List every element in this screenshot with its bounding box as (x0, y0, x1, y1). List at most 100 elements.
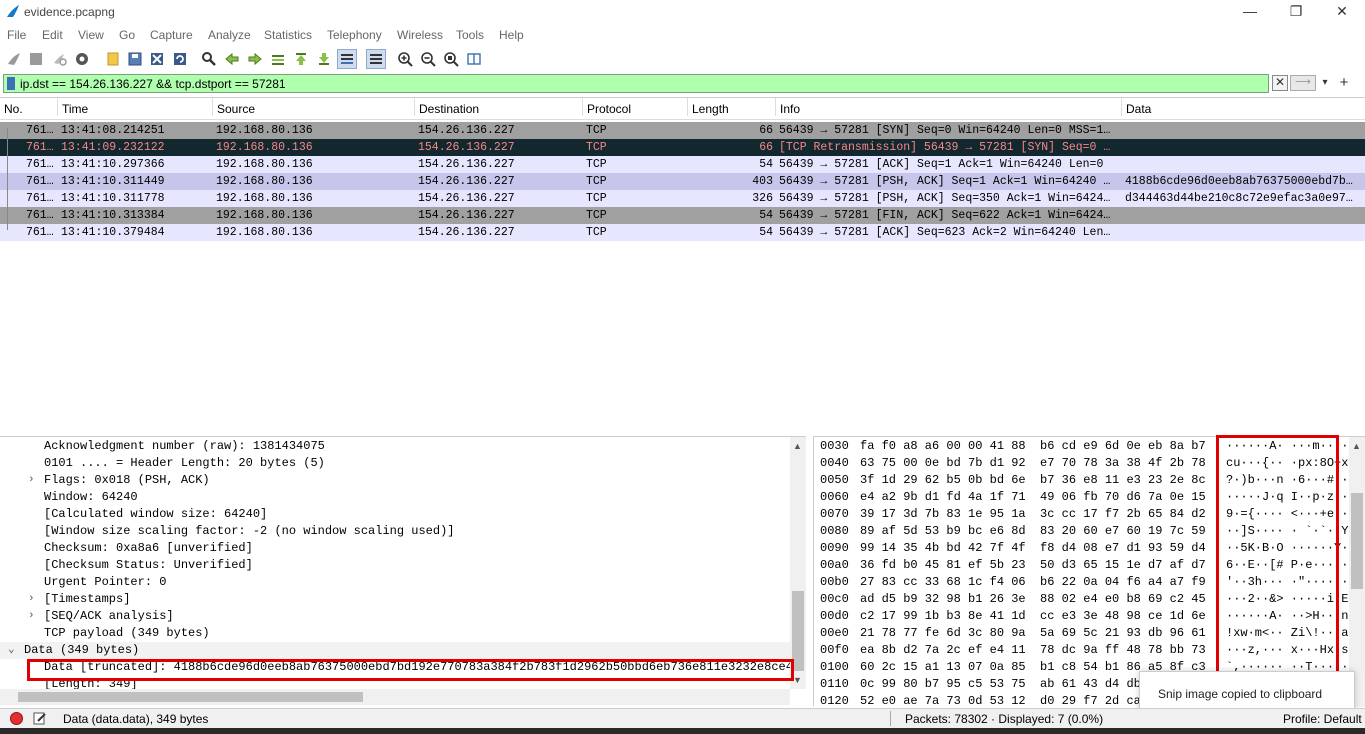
minimize-button[interactable]: — (1227, 0, 1273, 24)
open-file-icon[interactable] (103, 49, 123, 69)
cell-length: 54 (759, 226, 773, 239)
cell-destination: 154.26.136.227 (418, 226, 515, 239)
hex-offset: 00f0 (820, 643, 849, 657)
detail-tree-text: Window: 64240 (44, 490, 138, 504)
menu-statistics[interactable]: Statistics (264, 28, 312, 42)
menu-wireless[interactable]: Wireless (397, 28, 443, 42)
detail-tree-item[interactable]: › [SEQ/ACK analysis] (0, 608, 790, 625)
colorize-icon[interactable] (366, 49, 386, 69)
ascii-bytes: ·····J·q I··p·z·· (1226, 490, 1349, 504)
menu-file[interactable]: File (7, 28, 26, 42)
column-header-destination[interactable]: Destination (414, 98, 582, 116)
capture-comment-icon[interactable] (33, 711, 47, 725)
detail-tree-text: [Calculated window size: 64240] (44, 507, 268, 521)
packet-row[interactable]: 761… 13:41:10.313384 192.168.80.136 154.26.… (0, 207, 1365, 224)
details-vertical-scrollbar[interactable]: ▲ ▼ (790, 437, 806, 689)
menu-edit[interactable]: Edit (42, 28, 63, 42)
start-capture-icon[interactable] (4, 49, 24, 69)
selected-field-info: Data (data.data), 349 bytes (63, 712, 209, 726)
resize-columns-icon[interactable] (464, 49, 484, 69)
detail-tree-text: Data (349 bytes) (24, 643, 140, 657)
restart-capture-icon[interactable] (49, 49, 69, 69)
expand-arrow-icon[interactable]: › (28, 608, 35, 625)
go-forward-icon[interactable] (245, 49, 265, 69)
bookmark-icon[interactable] (7, 77, 15, 90)
column-header-info[interactable]: Info (775, 98, 1121, 116)
zoom-out-icon[interactable] (418, 49, 438, 69)
detail-tree-item[interactable]: Acknowledgment number (raw): 1381434075 (0, 438, 790, 455)
clear-filter-button[interactable]: ✕ (1272, 75, 1288, 91)
zoom-in-icon[interactable] (395, 49, 415, 69)
last-packet-icon[interactable] (314, 49, 334, 69)
menu-telephony[interactable]: Telephony (327, 28, 382, 42)
packet-row[interactable]: 761… 13:41:10.311778 192.168.80.136 154.26.… (0, 190, 1365, 207)
detail-tree-item[interactable]: TCP payload (349 bytes) (0, 625, 790, 642)
detail-tree-item[interactable]: Urgent Pointer: 0 (0, 574, 790, 591)
hex-offset: 0070 (820, 507, 849, 521)
bytes-vertical-scrollbar[interactable]: ▲ (1349, 437, 1365, 707)
maximize-button[interactable]: ❐ (1273, 0, 1319, 24)
column-header-protocol[interactable]: Protocol (582, 98, 687, 116)
add-filter-button[interactable]: + (1337, 74, 1351, 92)
first-packet-icon[interactable] (291, 49, 311, 69)
menu-analyze[interactable]: Analyze (208, 28, 251, 42)
cell-source: 192.168.80.136 (216, 175, 313, 188)
menu-tools[interactable]: Tools (456, 28, 484, 42)
column-header-time[interactable]: Time (57, 98, 212, 116)
hex-bytes: 39 17 3d 7b 83 1e 95 1a 3c cc 17 f7 2b 6… (860, 507, 1206, 521)
detail-tree-item[interactable]: Checksum: 0xa8a6 [unverified] (0, 540, 790, 557)
close-file-icon[interactable] (147, 49, 167, 69)
column-header-data[interactable]: Data (1121, 98, 1365, 116)
display-filter-input[interactable] (20, 75, 1260, 92)
reload-file-icon[interactable] (170, 49, 190, 69)
menu-capture[interactable]: Capture (150, 28, 193, 42)
packet-row[interactable]: 761… 13:41:09.232122 192.168.80.136 154.26.… (0, 139, 1365, 156)
expand-arrow-icon[interactable]: › (28, 472, 35, 489)
filter-history-dropdown[interactable]: ▾ (1318, 75, 1332, 91)
detail-tree-item[interactable]: › Flags: 0x018 (PSH, ACK) (0, 472, 790, 489)
go-to-packet-icon[interactable] (268, 49, 288, 69)
cell-source: 192.168.80.136 (216, 226, 313, 239)
detail-tree-item[interactable]: [Window size scaling factor: -2 (no wind… (0, 523, 790, 540)
packet-row[interactable]: 761… 13:41:10.379484 192.168.80.136 154.26.… (0, 224, 1365, 241)
detail-tree-text: Acknowledgment number (raw): 1381434075 (44, 439, 325, 453)
apply-filter-button[interactable]: ⟶ (1290, 75, 1316, 91)
details-horizontal-scrollbar[interactable] (0, 689, 790, 705)
main-toolbar (0, 46, 1365, 72)
auto-scroll-icon[interactable] (337, 49, 357, 69)
packet-row[interactable]: 761… 13:41:10.297366 192.168.80.136 154.26.… (0, 156, 1365, 173)
expand-arrow-icon[interactable]: › (28, 591, 35, 608)
detail-tree-item[interactable]: Window: 64240 (0, 489, 790, 506)
detail-tree-item[interactable]: › [Timestamps] (0, 591, 790, 608)
menu-go[interactable]: Go (119, 28, 135, 42)
column-header-length[interactable]: Length (687, 98, 775, 116)
hex-offset: 0030 (820, 439, 849, 453)
go-back-icon[interactable] (222, 49, 242, 69)
cell-protocol: TCP (586, 226, 607, 239)
detail-tree-item[interactable]: [Length: 349] (0, 676, 790, 689)
column-header-no[interactable]: No. (0, 98, 57, 116)
collapse-arrow-icon[interactable]: ⌄ (8, 642, 15, 659)
cell-protocol: TCP (586, 158, 607, 171)
find-packet-icon[interactable] (199, 49, 219, 69)
menu-help[interactable]: Help (499, 28, 524, 42)
zoom-reset-icon[interactable] (441, 49, 461, 69)
expert-info-icon[interactable] (10, 712, 23, 725)
menu-view[interactable]: View (78, 28, 104, 42)
save-file-icon[interactable] (125, 49, 145, 69)
stop-capture-icon[interactable] (26, 49, 46, 69)
capture-options-icon[interactable] (72, 49, 92, 69)
profile-status[interactable]: Profile: Default (1283, 712, 1362, 726)
column-header-source[interactable]: Source (212, 98, 414, 116)
detail-tree-item[interactable]: 0101 .... = Header Length: 20 bytes (5) (0, 455, 790, 472)
cell-length: 54 (759, 209, 773, 222)
detail-tree-item[interactable]: [Checksum Status: Unverified] (0, 557, 790, 574)
detail-tree-item[interactable]: [Calculated window size: 64240] (0, 506, 790, 523)
packet-row[interactable]: 761… 13:41:08.214251 192.168.80.136 154.26.… (0, 122, 1365, 139)
detail-tree-item[interactable]: Data [truncated]: 4188b6cde96d0eeb8ab763… (0, 659, 790, 676)
detail-tree-item[interactable]: ⌄ Data (349 bytes) (0, 642, 790, 659)
close-button[interactable]: ✕ (1319, 0, 1365, 24)
display-filter-field (3, 74, 1269, 93)
packet-row[interactable]: 761… 13:41:10.311449 192.168.80.136 154.26.… (0, 173, 1365, 190)
detail-tree-text: Flags: 0x018 (PSH, ACK) (44, 473, 210, 487)
